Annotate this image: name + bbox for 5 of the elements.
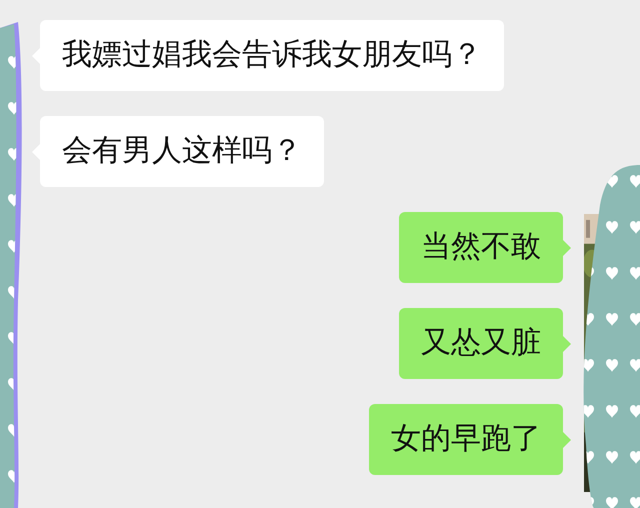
message-bubble: 我嫖过娼我会告诉我女朋友吗？ [40,20,504,91]
message-bubble: 当然不敢 [399,212,563,283]
message-bubble: 会有男人这样吗？ [40,116,324,187]
message-bubble: 女的早跑了 [369,404,563,475]
message-bubble: 又怂又脏 [399,308,563,379]
